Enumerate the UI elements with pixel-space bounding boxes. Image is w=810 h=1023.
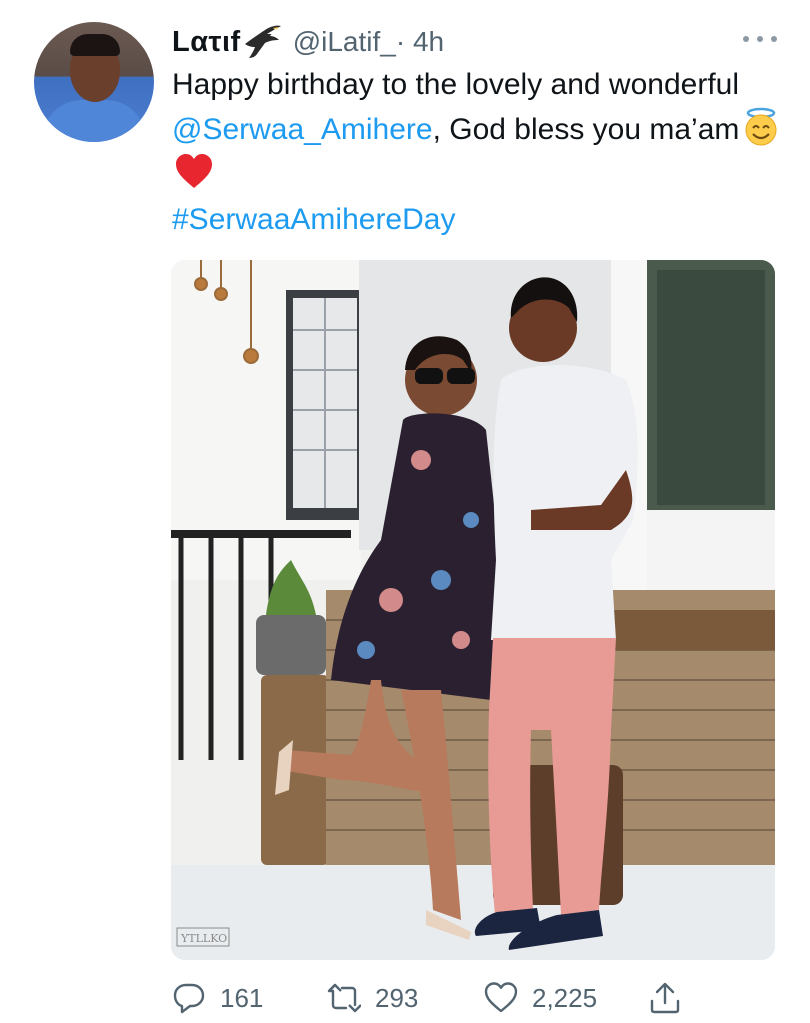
- user-handle[interactable]: @iLatif_: [293, 26, 396, 58]
- share-icon: [650, 982, 680, 1014]
- heart-icon: [484, 982, 518, 1013]
- reply-icon: [173, 983, 205, 1014]
- smiling-face-with-halo-icon: [745, 107, 777, 146]
- like-button[interactable]: 2,225: [484, 976, 597, 1020]
- retweet-icon: [327, 983, 361, 1013]
- hashtag-link[interactable]: #SerwaaAmihereDay: [172, 203, 455, 236]
- tweet-header: Lατιf @iLatif_ · 4h: [172, 22, 780, 62]
- tweet-text: Happy birthday to the lovely and wonderf…: [172, 62, 782, 242]
- tweet-photo[interactable]: YTLLKO: [171, 260, 775, 960]
- retweet-count: 293: [375, 982, 419, 1013]
- photo-watermark: YTLLKO: [180, 932, 227, 945]
- display-name[interactable]: Lατιf: [172, 26, 241, 59]
- reply-count: 161: [220, 982, 264, 1013]
- like-count: 2,225: [532, 982, 598, 1013]
- more-horizontal-icon[interactable]: [740, 32, 780, 46]
- avatar-hair: [70, 34, 120, 56]
- avatar[interactable]: [34, 22, 154, 142]
- reply-button[interactable]: 161: [172, 976, 263, 1020]
- tweet-text-part1: Happy birthday to the lovely and wonderf…: [172, 68, 740, 101]
- avatar-shirt: [42, 100, 146, 142]
- tweet-text-part2: , God bless you ma’am: [432, 113, 740, 146]
- mention-link[interactable]: @Serwaa_Amihere: [172, 113, 433, 146]
- eagle-icon: [244, 25, 281, 58]
- share-button[interactable]: [648, 976, 696, 1020]
- tweet-actions: 161 293 2,225: [172, 976, 702, 1020]
- red-heart-icon: [176, 154, 212, 188]
- tweet-time[interactable]: · 4h: [396, 26, 444, 58]
- photo-scene: YTLLKO: [171, 260, 775, 960]
- retweet-button[interactable]: 293: [327, 976, 418, 1020]
